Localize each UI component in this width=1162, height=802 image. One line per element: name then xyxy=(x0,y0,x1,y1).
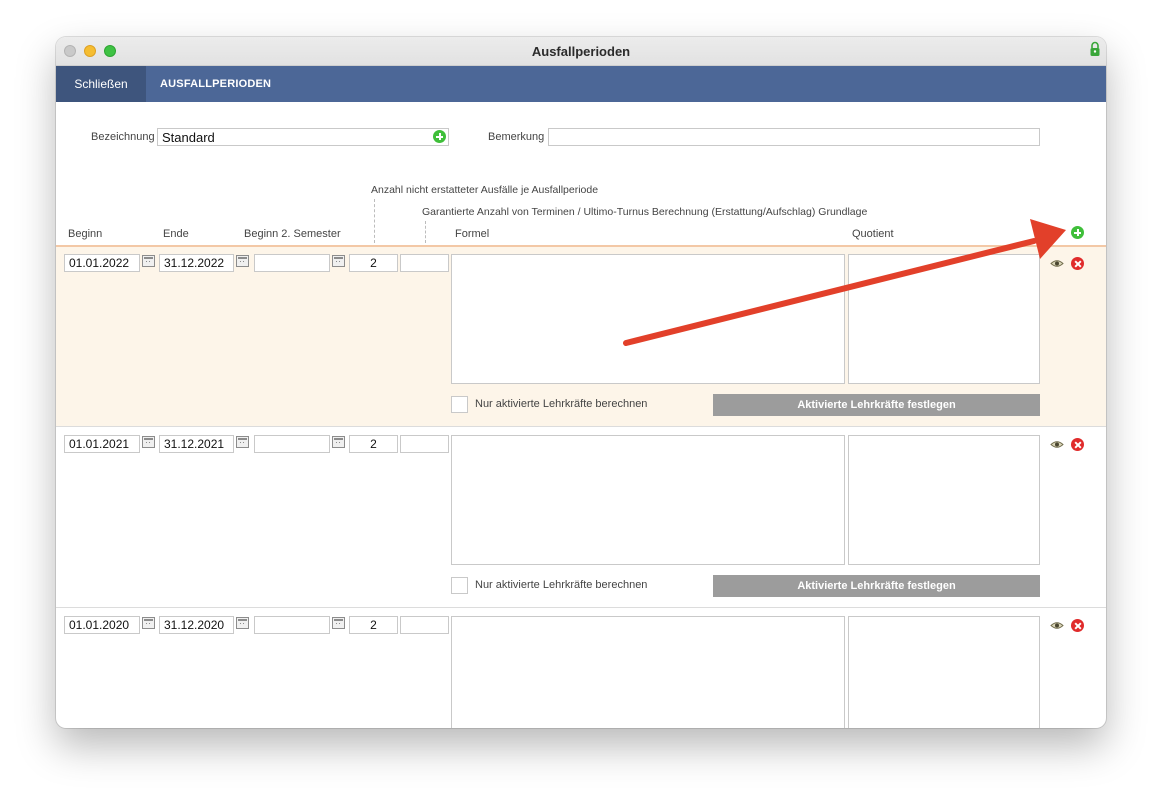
quotient-textarea[interactable] xyxy=(848,254,1040,384)
header-divider xyxy=(425,221,426,243)
header-ende: Ende xyxy=(163,228,189,240)
bemerkung-label: Bemerkung xyxy=(488,131,545,143)
nur-aktivierte-checkbox[interactable] xyxy=(451,396,468,413)
garantiert-field[interactable] xyxy=(400,616,449,634)
ende-field[interactable]: 31.12.2020 xyxy=(159,616,234,634)
eye-icon[interactable] xyxy=(1050,259,1064,268)
bemerkung-field[interactable] xyxy=(548,128,1040,146)
calendar-icon[interactable] xyxy=(142,255,155,267)
header-garantierte-anzahl: Garantierte Anzahl von Terminen / Ultimo… xyxy=(422,206,868,218)
semester-field[interactable] xyxy=(254,616,330,634)
lock-icon xyxy=(1090,41,1100,56)
calendar-icon[interactable] xyxy=(332,617,345,629)
calendar-icon[interactable] xyxy=(142,436,155,448)
calendar-icon[interactable] xyxy=(332,436,345,448)
anzahl-field[interactable]: 2 xyxy=(349,616,398,634)
semester-field[interactable] xyxy=(254,254,330,272)
bezeichnung-label: Bezeichnung xyxy=(91,131,155,143)
header-divider xyxy=(374,199,375,243)
nur-aktivierte-label: Nur aktivierte Lehrkräfte berechnen xyxy=(475,398,648,410)
garantiert-field[interactable] xyxy=(400,254,449,272)
app-window: Ausfallperioden Schließen AUSFALLPERIODE… xyxy=(56,37,1106,728)
toolbar: Schließen AUSFALLPERIODEN xyxy=(56,66,1106,102)
ende-field[interactable]: 31.12.2021 xyxy=(159,435,234,453)
row-divider xyxy=(56,607,1106,608)
quotient-textarea[interactable] xyxy=(848,435,1040,565)
delete-icon[interactable] xyxy=(1071,619,1084,632)
bezeichnung-field[interactable]: Standard xyxy=(157,128,449,146)
row-divider xyxy=(56,426,1106,427)
formel-textarea[interactable] xyxy=(451,435,845,565)
header-anzahl-nicht-erstattet: Anzahl nicht erstatteter Ausfälle je Aus… xyxy=(371,184,599,196)
add-period-icon[interactable] xyxy=(1071,226,1084,239)
aktivierte-lehrkraefte-button[interactable]: Aktivierte Lehrkräfte festlegen xyxy=(713,575,1040,597)
formel-textarea[interactable] xyxy=(451,254,845,384)
header-beginn-semester: Beginn 2. Semester xyxy=(244,228,341,240)
eye-icon[interactable] xyxy=(1050,621,1064,630)
semester-field[interactable] xyxy=(254,435,330,453)
add-bezeichnung-icon[interactable] xyxy=(433,130,446,143)
delete-icon[interactable] xyxy=(1071,438,1084,451)
close-button[interactable]: Schließen xyxy=(56,66,146,102)
header-formel: Formel xyxy=(455,228,490,240)
ende-field[interactable]: 31.12.2022 xyxy=(159,254,234,272)
anzahl-field[interactable]: 2 xyxy=(349,435,398,453)
window-title: Ausfallperioden xyxy=(531,44,631,59)
formel-textarea[interactable] xyxy=(451,616,845,728)
calendar-icon[interactable] xyxy=(236,436,249,448)
calendar-icon[interactable] xyxy=(236,255,249,267)
nur-aktivierte-label: Nur aktivierte Lehrkräfte berechnen xyxy=(475,579,648,591)
eye-icon[interactable] xyxy=(1050,440,1064,449)
beginn-field[interactable]: 01.01.2020 xyxy=(64,616,140,634)
calendar-icon[interactable] xyxy=(142,617,155,629)
aktivierte-lehrkraefte-button[interactable]: Aktivierte Lehrkräfte festlegen xyxy=(713,394,1040,416)
delete-icon[interactable] xyxy=(1071,257,1084,270)
header-quotient: Quotient xyxy=(852,228,894,240)
beginn-field[interactable]: 01.01.2021 xyxy=(64,435,140,453)
calendar-icon[interactable] xyxy=(332,255,345,267)
calendar-icon[interactable] xyxy=(236,617,249,629)
beginn-field[interactable]: 01.01.2022 xyxy=(64,254,140,272)
toolbar-title: AUSFALLPERIODEN xyxy=(160,78,272,90)
anzahl-field[interactable]: 2 xyxy=(349,254,398,272)
quotient-textarea[interactable] xyxy=(848,616,1040,728)
garantiert-field[interactable] xyxy=(400,435,449,453)
nur-aktivierte-checkbox[interactable] xyxy=(451,577,468,594)
header-beginn: Beginn xyxy=(68,228,103,240)
titlebar: Ausfallperioden xyxy=(56,37,1106,66)
